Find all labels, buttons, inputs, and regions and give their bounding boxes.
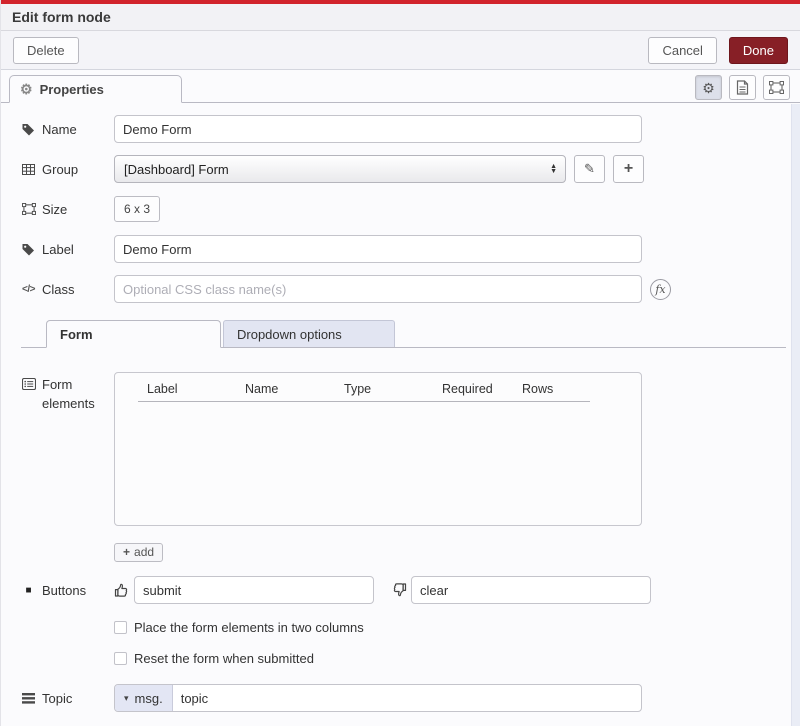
list-alt-icon <box>21 376 36 390</box>
topic-type-label: msg. <box>135 691 163 706</box>
clear-button-text-input[interactable] <box>411 576 651 604</box>
form-elements-header: Label Name Type Required Rows <box>115 373 641 401</box>
group-label: Group <box>21 162 114 177</box>
class-label: </> Class <box>21 282 114 297</box>
tab-properties-label: Properties <box>40 82 104 97</box>
code-icon: </> <box>21 284 36 295</box>
col-rows: Rows <box>522 382 553 396</box>
description-view-button[interactable] <box>729 75 756 100</box>
group-select-value: [Dashboard] Form <box>124 162 229 177</box>
header-divider <box>138 401 590 402</box>
select-arrows-icon: ▲▼ <box>550 164 557 174</box>
gear-icon: ⚙ <box>702 81 715 95</box>
two-columns-label: Place the form elements in two columns <box>134 620 364 635</box>
add-element-row: + add <box>21 538 800 566</box>
dialog-header: Edit form node <box>1 4 800 31</box>
add-group-button[interactable]: + <box>613 155 644 183</box>
form-elements-table[interactable]: Label Name Type Required Rows <box>114 372 642 526</box>
gear-icon: ⚙ <box>20 82 33 96</box>
tag-icon <box>21 123 36 136</box>
reset-form-checkbox[interactable] <box>114 652 127 665</box>
name-input[interactable] <box>114 115 642 143</box>
delete-button[interactable]: Delete <box>13 37 79 64</box>
tab-dropdown-options[interactable]: Dropdown options <box>223 320 395 347</box>
col-required: Required <box>442 382 522 396</box>
add-element-button[interactable]: + add <box>114 543 163 562</box>
col-name: Name <box>245 382 344 396</box>
class-input[interactable] <box>114 275 642 303</box>
edit-group-button[interactable]: ✎ <box>574 155 605 183</box>
submit-button-text-input[interactable] <box>134 576 374 604</box>
thumbs-up-icon <box>114 582 130 598</box>
buttons-label: ■ Buttons <box>21 583 114 598</box>
object-group-icon <box>21 203 36 215</box>
dialog-title: Edit form node <box>12 9 111 25</box>
topic-input[interactable] <box>173 685 641 711</box>
buttons-row: ■ Buttons <box>21 576 800 604</box>
reset-form-option: Reset the form when submitted <box>114 651 800 666</box>
scrollbar-track[interactable] <box>791 104 800 726</box>
tasks-icon <box>21 693 36 704</box>
done-button[interactable]: Done <box>729 37 788 64</box>
col-label: Label <box>147 382 245 396</box>
form-elements-row: Form elements Label Name Type Required R… <box>21 372 800 526</box>
two-columns-option: Place the form elements in two columns <box>114 620 800 635</box>
plus-icon: + <box>624 160 633 178</box>
label-row: Label <box>21 235 800 263</box>
name-label: Name <box>21 122 114 137</box>
group-select[interactable]: [Dashboard] Form ▲▼ <box>114 155 566 183</box>
tab-properties[interactable]: ⚙ Properties <box>9 75 182 103</box>
node-properties-form: Name Group [Dashboard] Form ▲▼ <box>1 103 800 712</box>
square-icon: ■ <box>21 585 36 596</box>
label-label: Label <box>21 242 114 257</box>
name-row: Name <box>21 115 800 143</box>
properties-view-button[interactable]: ⚙ <box>695 75 722 100</box>
col-type: Type <box>344 382 442 396</box>
cancel-button[interactable]: Cancel <box>648 37 716 64</box>
size-button[interactable]: 6 x 3 <box>114 196 160 222</box>
topic-row: Topic ▾ msg. <box>21 684 800 712</box>
form-elements-label: Form elements <box>21 372 114 414</box>
thumbs-down-icon <box>391 582 407 598</box>
plus-icon: + <box>123 545 130 559</box>
dialog-action-row: Delete Cancel Done <box>1 31 800 70</box>
class-row: </> Class fx <box>21 275 800 303</box>
label-input[interactable] <box>114 235 642 263</box>
topic-label: Topic <box>21 691 114 706</box>
caret-down-icon: ▾ <box>124 693 129 704</box>
document-icon <box>736 80 749 95</box>
form-subtab-bar: Form Dropdown options <box>21 319 786 348</box>
table-icon <box>21 164 36 175</box>
object-group-icon <box>769 81 784 94</box>
reset-form-label: Reset the form when submitted <box>134 651 314 666</box>
two-columns-checkbox[interactable] <box>114 621 127 634</box>
tab-form[interactable]: Form <box>46 320 221 348</box>
topic-type-select[interactable]: ▾ msg. <box>115 685 173 711</box>
appearance-view-button[interactable] <box>763 75 790 100</box>
pencil-icon: ✎ <box>584 161 595 177</box>
topic-typed-input: ▾ msg. <box>114 684 642 712</box>
group-row: Group [Dashboard] Form ▲▼ ✎ + <box>21 155 800 183</box>
size-label: Size <box>21 202 114 217</box>
tag-icon <box>21 243 36 256</box>
size-row: Size 6 x 3 <box>21 195 800 223</box>
expression-fx-button[interactable]: fx <box>650 279 671 300</box>
editor-tab-bar: ⚙ Properties ⚙ <box>1 70 800 103</box>
